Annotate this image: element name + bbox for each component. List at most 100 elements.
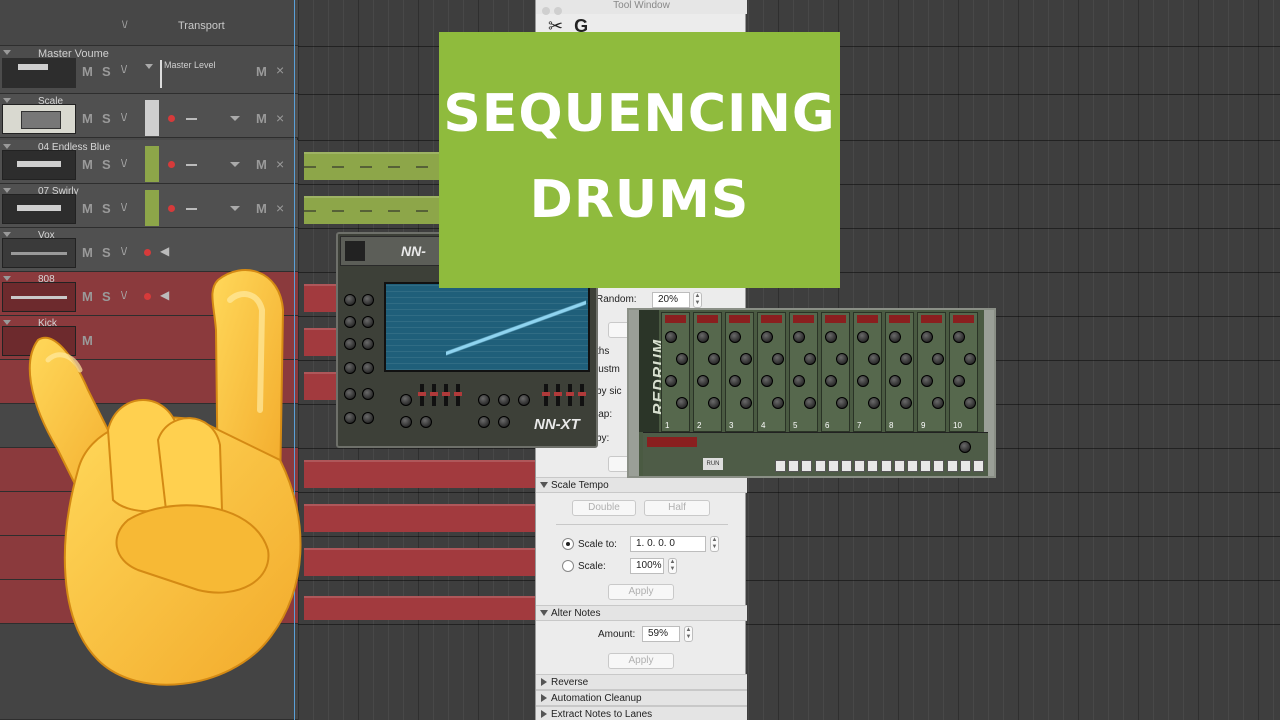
drum-channel[interactable]: 7 [853, 312, 882, 432]
record-icon[interactable] [168, 115, 175, 122]
knob-icon[interactable] [362, 338, 374, 350]
knob-icon[interactable] [362, 412, 374, 424]
track-color[interactable] [145, 190, 159, 226]
scale-to-radio[interactable] [562, 538, 574, 550]
knob-icon[interactable] [761, 375, 773, 387]
clip-red[interactable] [304, 504, 536, 532]
knob-icon[interactable] [932, 353, 944, 365]
knob-icon[interactable] [740, 353, 752, 365]
scale-tempo-header[interactable]: Scale Tempo [536, 477, 747, 493]
apply-alter-button[interactable]: Apply [608, 653, 674, 669]
knob-icon[interactable] [857, 375, 869, 387]
close-icon[interactable]: × [276, 200, 284, 216]
drum-channel[interactable]: 3 [725, 312, 754, 432]
envelope-slider[interactable] [578, 384, 586, 406]
step-button[interactable] [854, 460, 866, 472]
close-icon[interactable]: × [276, 62, 284, 78]
knob-icon[interactable] [362, 316, 374, 328]
clip-endless-blue[interactable] [304, 152, 440, 180]
envelope-slider[interactable] [566, 384, 574, 406]
knob-icon[interactable] [825, 331, 837, 343]
track-endless-blue[interactable]: 04 Endless Blue M S \/ M × [0, 140, 298, 184]
half-button[interactable]: Half [644, 500, 710, 516]
knob-icon[interactable] [498, 394, 510, 406]
knob-icon[interactable] [953, 331, 965, 343]
fold-icon[interactable] [3, 232, 11, 237]
clip-red[interactable] [304, 548, 536, 576]
knob-icon[interactable] [344, 388, 356, 400]
knob-icon[interactable] [793, 375, 805, 387]
dropdown-icon[interactable] [230, 206, 240, 211]
track-scale[interactable]: Scale M S \/ M × [0, 94, 298, 138]
record-icon[interactable] [168, 161, 175, 168]
clip-swirly[interactable] [304, 196, 440, 224]
knob-icon[interactable] [889, 375, 901, 387]
scale-radio[interactable] [562, 560, 574, 572]
knob-icon[interactable] [804, 353, 816, 365]
knob-icon[interactable] [478, 394, 490, 406]
step-button[interactable] [946, 460, 958, 472]
extract-notes-header[interactable]: Extract Notes to Lanes [536, 706, 747, 720]
knob-icon[interactable] [665, 375, 677, 387]
step-button[interactable] [801, 460, 813, 472]
drum-channel[interactable]: 1 [661, 312, 690, 432]
close-icon[interactable]: × [276, 156, 284, 172]
knob-icon[interactable] [362, 294, 374, 306]
fold-icon[interactable] [3, 98, 11, 103]
dropdown-icon[interactable] [230, 162, 240, 167]
fold-icon[interactable] [3, 276, 11, 281]
automation-cleanup-header[interactable]: Automation Cleanup [536, 690, 747, 706]
mute-button[interactable]: M [256, 64, 267, 79]
step-button[interactable] [973, 460, 984, 472]
double-button[interactable]: Double [572, 500, 636, 516]
knob-icon[interactable] [772, 353, 784, 365]
solo-button[interactable]: S [102, 245, 111, 260]
knob-icon[interactable] [344, 316, 356, 328]
knob-icon[interactable] [761, 331, 773, 343]
solo-button[interactable]: S [102, 64, 111, 79]
step-button[interactable] [907, 460, 918, 472]
master-track[interactable]: Master Voume M S \/ Master Level M × [0, 46, 298, 94]
knob-icon[interactable] [344, 294, 356, 306]
step-button[interactable] [959, 460, 971, 472]
mute-button[interactable]: M [256, 201, 267, 216]
envelope-slider[interactable] [554, 384, 562, 406]
scale-to-stepper[interactable]: ▲ ▼ [710, 536, 719, 552]
knob-icon[interactable] [900, 397, 912, 409]
redrum-drum-computer[interactable]: REDRUM 1 2 3 4 5 6 7 8 9 10 RUN [627, 308, 996, 478]
knob-icon[interactable] [665, 331, 677, 343]
reverse-header[interactable]: Reverse [536, 674, 747, 690]
knob-icon[interactable] [518, 394, 530, 406]
envelope-slider[interactable] [430, 384, 438, 406]
random-stepper[interactable]: ▲ ▼ [693, 292, 702, 308]
mute-button[interactable]: M [82, 201, 93, 216]
amount-field[interactable]: 59% [642, 626, 680, 642]
apply-scale-button[interactable]: Apply [608, 584, 674, 600]
solo-button[interactable]: S [102, 157, 111, 172]
knob-icon[interactable] [921, 375, 933, 387]
mute-button[interactable]: M [256, 111, 267, 126]
step-button[interactable] [841, 460, 852, 472]
knob-icon[interactable] [729, 375, 741, 387]
fold-icon[interactable] [3, 50, 11, 55]
scale-stepper[interactable]: ▲ ▼ [668, 558, 677, 574]
knob-icon[interactable] [889, 331, 901, 343]
knob-icon[interactable] [868, 353, 880, 365]
knob-icon[interactable] [836, 353, 848, 365]
drum-channel[interactable]: 6 [821, 312, 850, 432]
solo-button[interactable]: S [102, 201, 111, 216]
clip-red[interactable] [304, 460, 536, 488]
step-button[interactable] [920, 460, 932, 472]
knob-icon[interactable] [868, 397, 880, 409]
mute-button[interactable]: M [82, 157, 93, 172]
knob-icon[interactable] [676, 397, 688, 409]
envelope-slider[interactable] [442, 384, 450, 406]
drum-channel[interactable]: 10 [949, 312, 978, 432]
fold-icon[interactable] [3, 320, 11, 325]
knob-icon[interactable] [740, 397, 752, 409]
knob-icon[interactable] [836, 397, 848, 409]
knob-icon[interactable] [498, 416, 510, 428]
dropdown-icon[interactable] [230, 116, 240, 121]
knob-icon[interactable] [344, 362, 356, 374]
knob-icon[interactable] [804, 397, 816, 409]
